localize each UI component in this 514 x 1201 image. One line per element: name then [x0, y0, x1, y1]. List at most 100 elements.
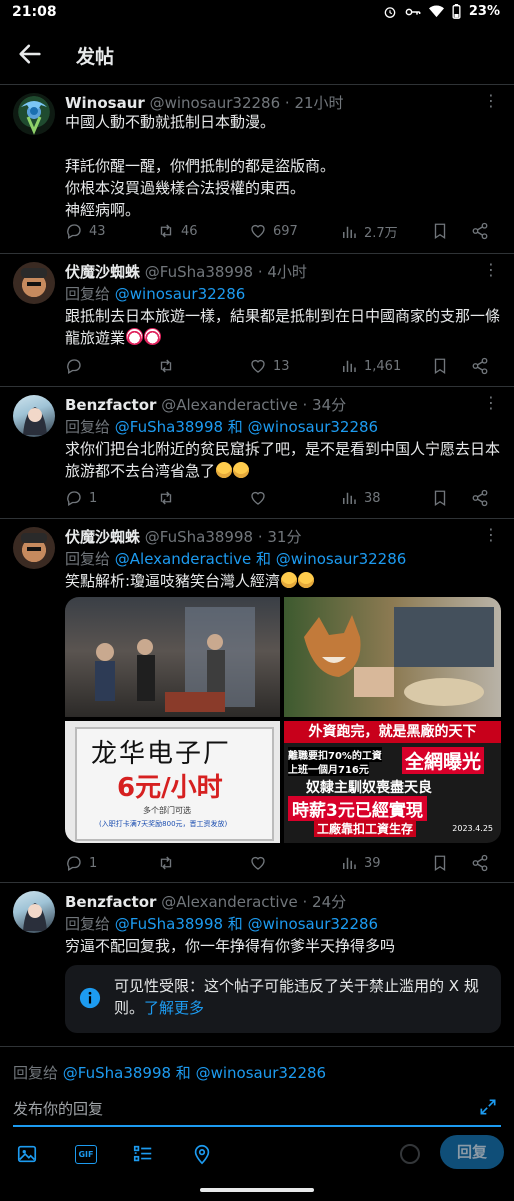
reply-to-link[interactable]: @Alexanderactive 和 @winosaur32286 — [115, 550, 407, 568]
timestamp: · 24分 — [302, 893, 347, 911]
reply-context: 回复给 @winosaur32286 — [65, 283, 245, 304]
avatar[interactable] — [13, 262, 55, 304]
like-button[interactable]: 697 — [249, 222, 298, 240]
views-button[interactable]: 1,461 — [340, 357, 401, 375]
user-handle[interactable]: @winosaur32286 — [150, 94, 281, 112]
reply-prefix: 回复给 — [13, 1064, 63, 1082]
wifi-icon — [428, 5, 444, 18]
reply-context: 回复给 @FuSha38998 和 @winosaur32286 — [13, 1062, 326, 1083]
grin-emoji-icon — [298, 572, 315, 588]
display-name[interactable]: Benzfactor — [65, 396, 156, 414]
reply-button[interactable] — [65, 357, 89, 375]
share-icon[interactable] — [471, 357, 489, 375]
reply-to-link[interactable]: @winosaur32286 — [115, 285, 246, 303]
user-handle[interactable]: @FuSha38998 — [145, 263, 253, 281]
media-image-news-banner[interactable]: 外資跑完，就是黑廠的天下 離職要扣70%的工資 上班一個月716元 全網曝光 奴… — [284, 721, 501, 843]
like-count: 13 — [273, 358, 290, 374]
banner-line-3: 奴隸主馴奴喪盡天良 — [306, 780, 432, 796]
reply-to-link[interactable]: @FuSha38998 和 @winosaur32286 — [115, 915, 378, 933]
reply-input[interactable]: 发布你的回复 — [13, 1098, 103, 1119]
more-options-icon[interactable]: ⋮ — [483, 91, 499, 110]
display-name[interactable]: Benzfactor — [65, 893, 156, 911]
like-button[interactable]: 13 — [249, 357, 290, 375]
tweet-text-content: 求你们把台北附近的贫民窟拆了吧，是不是看到中国人宁愿去日本旅游都不去台湾省急了 — [65, 440, 501, 480]
bookmark-icon[interactable] — [431, 222, 449, 240]
repost-button[interactable]: 46 — [157, 222, 198, 240]
user-handle[interactable]: @Alexanderactive — [161, 396, 297, 414]
bookmark-icon[interactable] — [431, 489, 449, 507]
banner-line-2: 上班一個月716元 — [288, 761, 369, 776]
tweet-main[interactable]: Winosaur @winosaur32286 · 21小时 ⋮ 中國人動不動就… — [0, 85, 514, 254]
share-icon[interactable] — [471, 854, 489, 872]
crowd-photo-icon — [95, 607, 255, 712]
reply-button[interactable]: 1 — [65, 854, 97, 872]
share-icon[interactable] — [471, 222, 489, 240]
tweet-reply[interactable]: Benzfactor @Alexanderactive · 34分 ⋮ 回复给 … — [0, 387, 514, 519]
views-chart-icon — [343, 857, 356, 869]
back-arrow-icon[interactable] — [16, 40, 44, 68]
reply-context: 回复给 @FuSha38998 和 @winosaur32286 — [65, 913, 378, 934]
views-chart-icon — [343, 360, 356, 372]
media-grid: 龙华电子厂 6元/小时 多个部门可选 (入职打卡满7天奖励800元，晋工资发放)… — [65, 597, 501, 843]
tweet-text: 穷逼不配回复我，你一年挣得有你爹半天挣得多吗 — [65, 937, 396, 955]
views-button[interactable]: 39 — [340, 854, 381, 872]
tweet-reply[interactable]: Benzfactor @Alexanderactive · 24分 回复给 @F… — [0, 883, 514, 1046]
reply-count: 1 — [89, 855, 98, 871]
image-icon[interactable] — [16, 1143, 38, 1165]
reply-submit-button[interactable]: 回复 — [440, 1135, 504, 1169]
bookmark-icon[interactable] — [431, 357, 449, 375]
poll-list-icon[interactable] — [132, 1143, 154, 1165]
repost-icon — [160, 491, 172, 505]
more-options-icon[interactable]: ⋮ — [483, 525, 499, 544]
views-button[interactable]: 38 — [340, 489, 381, 507]
like-button[interactable] — [249, 854, 273, 872]
tweet-reply[interactable]: 伏魔沙蜘蛛 @FuSha38998 · 4小时 ⋮ 回复给 @winosaur3… — [0, 254, 514, 387]
reply-button[interactable]: 43 — [65, 222, 106, 240]
views-button[interactable]: 2.7万 — [340, 222, 398, 241]
tweet-meta: 伏魔沙蜘蛛 @FuSha38998 · 4小时 — [65, 261, 307, 282]
reply-icon — [67, 224, 81, 239]
tweet-text: 跟抵制去日本旅遊一樣，結果都是抵制到在日中國商家的支那一條龍旅遊業 — [65, 305, 500, 349]
media-image-dog[interactable] — [284, 597, 501, 717]
avatar[interactable] — [13, 395, 55, 437]
repost-icon — [160, 359, 172, 373]
repost-button[interactable] — [157, 357, 181, 375]
like-button[interactable] — [249, 489, 273, 507]
reply-icon — [67, 491, 81, 506]
tweet-actions: 1 38 — [65, 489, 500, 511]
views-count: 38 — [364, 490, 381, 506]
more-options-icon[interactable]: ⋮ — [483, 260, 499, 279]
avatar[interactable] — [13, 93, 55, 135]
reply-to-link[interactable]: @FuSha38998 和 @winosaur32286 — [63, 1064, 326, 1082]
reply-button[interactable]: 1 — [65, 489, 97, 507]
user-handle[interactable]: @Alexanderactive — [161, 893, 297, 911]
reply-to-link[interactable]: @FuSha38998 和 @winosaur32286 — [115, 418, 378, 436]
user-handle[interactable]: @FuSha38998 — [145, 528, 253, 546]
expand-icon[interactable] — [478, 1097, 498, 1117]
repost-button[interactable] — [157, 489, 181, 507]
location-pin-icon[interactable] — [191, 1143, 213, 1165]
sign-board: 龙华电子厂 6元/小时 多个部门可选 (入职打卡满7天奖励800元，晋工资发放) — [75, 727, 274, 841]
sign-small-1: 多个部门可选 — [143, 806, 191, 815]
repost-button[interactable] — [157, 854, 181, 872]
bookmark-icon[interactable] — [431, 854, 449, 872]
timestamp: · 31分 — [257, 528, 302, 546]
reply-icon — [67, 856, 81, 871]
display-name[interactable]: 伏魔沙蜘蛛 — [65, 263, 140, 281]
banner-title: 外資跑完，就是黑廠的天下 — [284, 721, 501, 743]
tweet-reply[interactable]: 伏魔沙蜘蛛 @FuSha38998 · 31分 ⋮ 回复给 @Alexander… — [0, 519, 514, 883]
more-options-icon[interactable]: ⋮ — [483, 393, 499, 412]
gif-button[interactable]: GIF — [75, 1145, 97, 1164]
share-icon[interactable] — [471, 489, 489, 507]
display-name[interactable]: Winosaur — [65, 94, 145, 112]
avatar[interactable] — [13, 527, 55, 569]
reply-context: 回复给 @Alexanderactive 和 @winosaur32286 — [65, 548, 406, 569]
avatar[interactable] — [13, 891, 55, 933]
media-image-crowd[interactable] — [65, 597, 280, 717]
learn-more-link[interactable]: 了解更多 — [144, 999, 204, 1017]
heart-icon — [251, 224, 265, 238]
media-image-factory-sign[interactable]: 龙华电子厂 6元/小时 多个部门可选 (入职打卡满7天奖励800元，晋工资发放) — [65, 721, 280, 843]
reply-composer: 回复给 @FuSha38998 和 @winosaur32286 发布你的回复 … — [0, 1046, 514, 1201]
tweet-actions: 1 39 — [65, 854, 500, 876]
display-name[interactable]: 伏魔沙蜘蛛 — [65, 528, 140, 546]
